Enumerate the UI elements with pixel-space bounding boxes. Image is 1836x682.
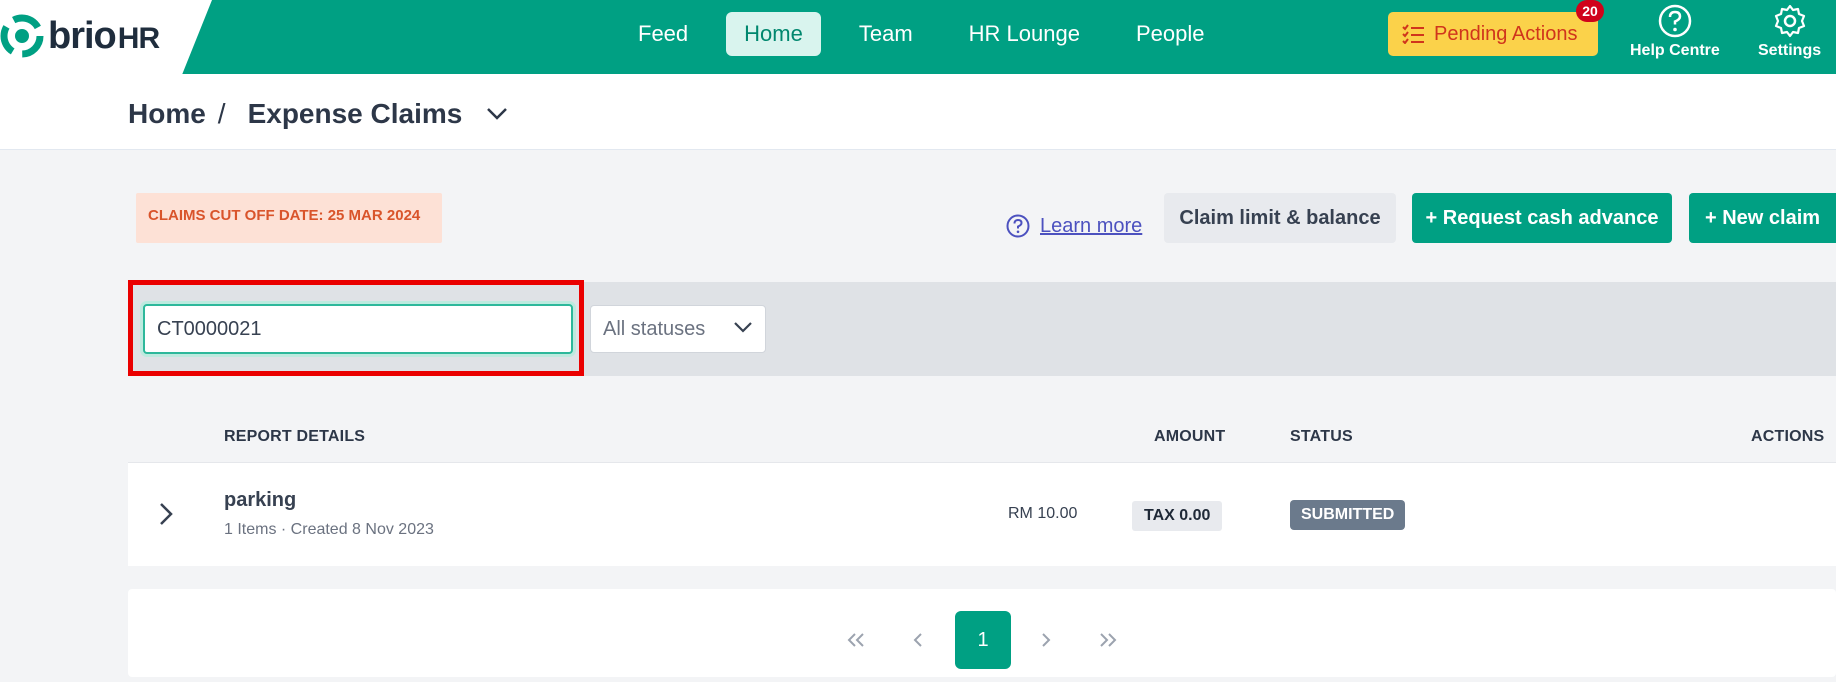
settings-label: Settings bbox=[1758, 42, 1822, 59]
breadcrumb-bar: Home / Expense Claims bbox=[0, 74, 1836, 150]
table-row[interactable]: parking 1 Items · Created 8 Nov 2023 RM … bbox=[128, 462, 1836, 566]
chevron-down-icon[interactable] bbox=[486, 107, 508, 121]
claim-amount: RM 10.00 bbox=[1008, 505, 1078, 522]
double-chevron-right-icon bbox=[1100, 633, 1117, 647]
page-button-current[interactable]: 1 bbox=[955, 611, 1011, 669]
breadcrumb-separator: / bbox=[217, 98, 226, 129]
learn-more-label: Learn more bbox=[1040, 214, 1143, 237]
nav-hr-lounge[interactable]: HR Lounge bbox=[951, 12, 1098, 56]
claim-title: parking bbox=[224, 489, 297, 511]
status-filter-value: All statuses bbox=[603, 317, 706, 340]
search-highlight-box bbox=[128, 280, 584, 376]
column-header-status: STATUS bbox=[1290, 428, 1353, 445]
checklist-icon bbox=[1402, 24, 1424, 44]
question-circle-icon bbox=[1658, 4, 1692, 38]
next-page-button[interactable] bbox=[1026, 611, 1066, 669]
nav-home[interactable]: Home bbox=[726, 12, 821, 56]
nav-team[interactable]: Team bbox=[841, 12, 931, 56]
breadcrumb-home[interactable]: Home bbox=[128, 98, 206, 130]
claims-cutoff-notice: CLAIMS CUT OFF DATE: 25 MAR 2024 bbox=[136, 193, 442, 243]
gear-icon bbox=[1774, 4, 1805, 38]
pagination: 1 bbox=[128, 589, 1836, 677]
column-header-report-details: REPORT DETAILS bbox=[224, 428, 366, 445]
nav-people[interactable]: People bbox=[1118, 12, 1223, 56]
chevron-left-icon bbox=[913, 633, 922, 647]
question-circle-icon bbox=[1006, 214, 1030, 238]
claim-limit-balance-button[interactable]: Claim limit & balance bbox=[1164, 193, 1396, 243]
brand-logo[interactable]: brioHR bbox=[0, 14, 160, 58]
breadcrumb: Home / Expense Claims bbox=[128, 98, 508, 130]
chevron-right-icon[interactable] bbox=[158, 501, 174, 532]
main-nav: Feed Home Team HR Lounge People bbox=[620, 12, 1242, 56]
double-chevron-left-icon bbox=[847, 633, 864, 647]
column-header-amount: AMOUNT bbox=[1154, 428, 1226, 445]
brand-name: brioHR bbox=[48, 14, 160, 57]
request-cash-advance-button[interactable]: + Request cash advance bbox=[1412, 193, 1672, 243]
last-page-button[interactable] bbox=[1088, 611, 1128, 669]
new-claim-button[interactable]: + New claim bbox=[1689, 193, 1836, 243]
brio-logo-icon bbox=[0, 14, 44, 58]
pending-count-badge: 20 bbox=[1576, 0, 1604, 22]
page-title: Expense Claims bbox=[247, 98, 463, 129]
claim-subtitle: 1 Items · Created 8 Nov 2023 bbox=[224, 521, 434, 538]
nav-feed[interactable]: Feed bbox=[620, 12, 706, 56]
pending-actions-label: Pending Actions bbox=[1434, 22, 1578, 45]
prev-page-button[interactable] bbox=[898, 611, 938, 669]
status-filter-select[interactable]: All statuses bbox=[590, 305, 766, 353]
tax-badge: TAX 0.00 bbox=[1132, 501, 1223, 531]
pending-actions-button[interactable]: Pending Actions 20 bbox=[1388, 0, 1604, 56]
column-header-actions: ACTIONS bbox=[1751, 428, 1825, 445]
top-navbar: brioHR Feed Home Team HR Lounge People P… bbox=[0, 0, 1836, 74]
chevron-down-icon bbox=[734, 322, 752, 333]
first-page-button[interactable] bbox=[836, 611, 876, 669]
settings-button[interactable]: Settings bbox=[1758, 4, 1821, 60]
chevron-right-icon bbox=[1042, 633, 1051, 647]
learn-more-link[interactable]: Learn more bbox=[1006, 214, 1142, 238]
help-centre-button[interactable]: Help Centre bbox=[1630, 4, 1720, 60]
status-badge: SUBMITTED bbox=[1290, 500, 1406, 530]
help-centre-label: Help Centre bbox=[1630, 42, 1720, 59]
